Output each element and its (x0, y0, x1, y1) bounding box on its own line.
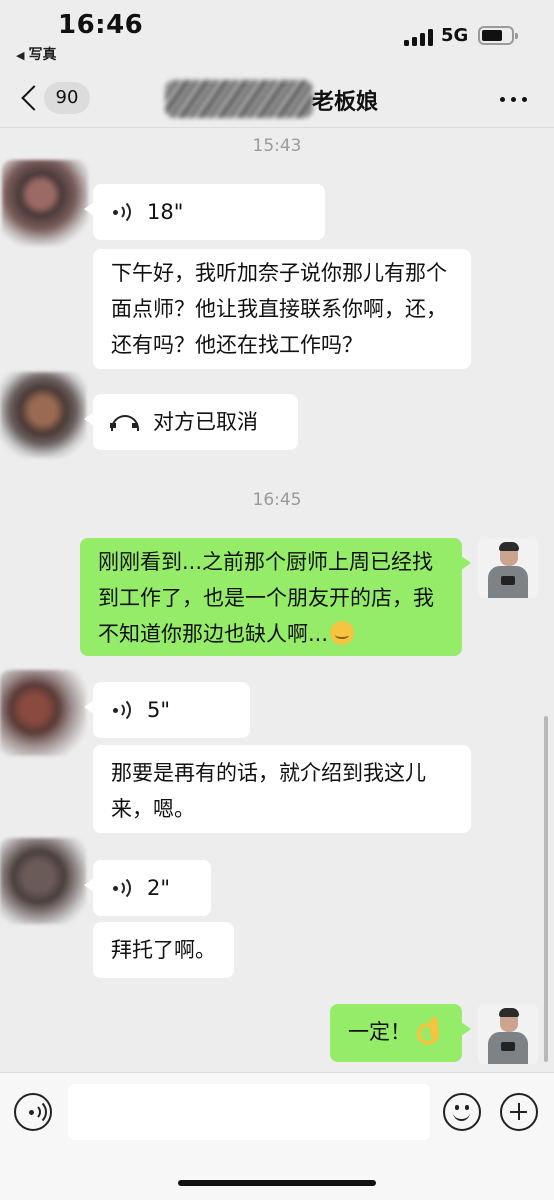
scrollbar[interactable] (544, 716, 548, 1062)
voice-message[interactable]: 5" (84, 682, 250, 738)
unread-count-badge[interactable]: 90 (44, 82, 90, 114)
voice-message[interactable]: 18" (84, 184, 325, 240)
back-app-label: 写真 (28, 47, 57, 63)
emoji-icon[interactable] (443, 1093, 481, 1131)
outgoing-text-message[interactable]: 一定！ (330, 1004, 471, 1062)
chat-screen: 16:46 ◀ 写真 5G 90 老板娘 15:43 18" 下午好，我听加奈子说… (0, 0, 554, 1200)
voice-message[interactable]: 2" (84, 860, 211, 916)
text-message[interactable]: 下午好，我听加奈子说你那儿有那个面点师？他让我直接联系你啊，还，还有吗？他还在找… (93, 249, 471, 369)
voice-duration: 5" (147, 698, 171, 722)
home-indicator[interactable] (178, 1180, 376, 1186)
voice-duration: 2" (147, 876, 171, 900)
message-text: 一定！ (348, 1020, 411, 1044)
back-triangle-icon: ◀ (16, 49, 25, 62)
battery-icon (478, 26, 518, 45)
message-text: 那要是再有的话，就介绍到我这儿来，嗯。 (111, 761, 426, 821)
contact-avatar[interactable] (0, 372, 86, 458)
ok-hand-emoji-icon (415, 1017, 441, 1045)
voice-icon (111, 696, 135, 724)
text-message[interactable]: 那要是再有的话，就介绍到我这儿来，嗯。 (93, 745, 471, 833)
message-text: 拜托了啊。 (111, 938, 216, 962)
voice-input-button[interactable] (14, 1093, 52, 1131)
message-text: 下午好，我听加奈子说你那儿有那个面点师？他让我直接联系你啊，还，还有吗？他还在找… (111, 261, 447, 357)
text-message[interactable]: 拜托了啊。 (93, 922, 234, 978)
voice-icon (27, 1098, 51, 1126)
voice-icon (111, 198, 135, 226)
chat-header: 90 老板娘 (0, 70, 554, 128)
more-icon[interactable] (500, 97, 528, 103)
contact-avatar[interactable] (0, 670, 86, 756)
my-avatar[interactable] (478, 1004, 538, 1064)
status-time: 16:46 (58, 10, 144, 40)
redacted-name (165, 80, 313, 118)
voice-duration: 18" (147, 200, 184, 224)
hangup-icon (110, 415, 139, 431)
outgoing-text-message[interactable]: 刚刚看到...之前那个厨师上周已经找到工作了，也是一个朋友开的店，我不知道你那边… (80, 538, 471, 656)
signal-icon (404, 28, 434, 46)
plus-icon[interactable] (500, 1093, 538, 1131)
chat-title: 老板娘 (312, 90, 379, 115)
voice-icon (111, 874, 135, 902)
contact-avatar[interactable] (2, 160, 88, 246)
contact-avatar[interactable] (0, 838, 86, 924)
message-input[interactable] (68, 1084, 430, 1140)
my-avatar[interactable] (478, 538, 538, 598)
network-type: 5G (441, 25, 469, 46)
call-record-message[interactable]: 对方已取消 (84, 394, 298, 450)
laughing-tears-emoji-icon (330, 621, 355, 645)
back-to-app-link[interactable]: ◀ 写真 (16, 44, 56, 64)
timestamp: 15:43 (252, 136, 302, 156)
status-bar: 16:46 ◀ 写真 5G (0, 0, 554, 70)
chevron-left-icon[interactable] (18, 84, 40, 114)
call-status: 对方已取消 (153, 410, 258, 434)
message-text: 刚刚看到...之前那个厨师上周已经找到工作了，也是一个朋友开的店，我不知道你那边… (98, 550, 434, 646)
timestamp: 16:45 (252, 490, 302, 510)
